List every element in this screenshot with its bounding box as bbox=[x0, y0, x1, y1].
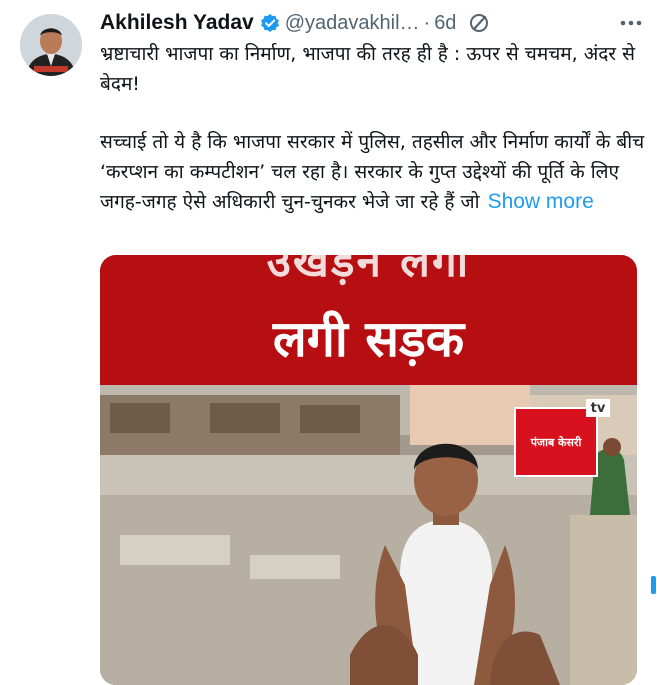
author-avatar[interactable] bbox=[20, 14, 82, 76]
verified-badge-icon bbox=[260, 13, 280, 33]
avatar-image bbox=[20, 14, 82, 76]
tweet-paragraph-1: भ्रष्टाचारी भाजपा का निर्माण, भाजपा की त… bbox=[100, 43, 635, 95]
banner-top-text: उखड़ने लगी bbox=[266, 255, 471, 287]
media-banner: उखड़ने लगी लगी सड़क bbox=[100, 255, 637, 385]
edited-pencil-icon[interactable] bbox=[468, 12, 490, 34]
tweet-header: Akhilesh Yadav @yadavakhil… · 6d bbox=[100, 11, 643, 35]
more-options-icon[interactable] bbox=[619, 11, 643, 35]
author-handle[interactable]: @yadavakhil… bbox=[285, 12, 420, 35]
scrollbar-thumb[interactable] bbox=[651, 576, 656, 594]
author-name[interactable]: Akhilesh Yadav bbox=[100, 11, 254, 35]
tweet-media-video[interactable]: उखड़ने लगी लगी सड़क पंजाब केसरी tv bbox=[100, 255, 637, 685]
tweet-timestamp[interactable]: 6d bbox=[434, 12, 456, 35]
show-more-link[interactable]: Show more bbox=[488, 190, 594, 213]
channel-logo: पंजाब केसरी bbox=[514, 407, 598, 477]
channel-logo-tv: tv bbox=[586, 399, 610, 417]
tweet-paragraph-2: सच्चाई तो ये है कि भाजपा सरकार में पुलिस… bbox=[100, 128, 648, 218]
separator-dot: · bbox=[423, 11, 431, 34]
tweet-text: भ्रष्टाचारी भाजपा का निर्माण, भाजपा की त… bbox=[100, 40, 648, 218]
banner-main-text: लगी सड़क bbox=[272, 310, 465, 368]
